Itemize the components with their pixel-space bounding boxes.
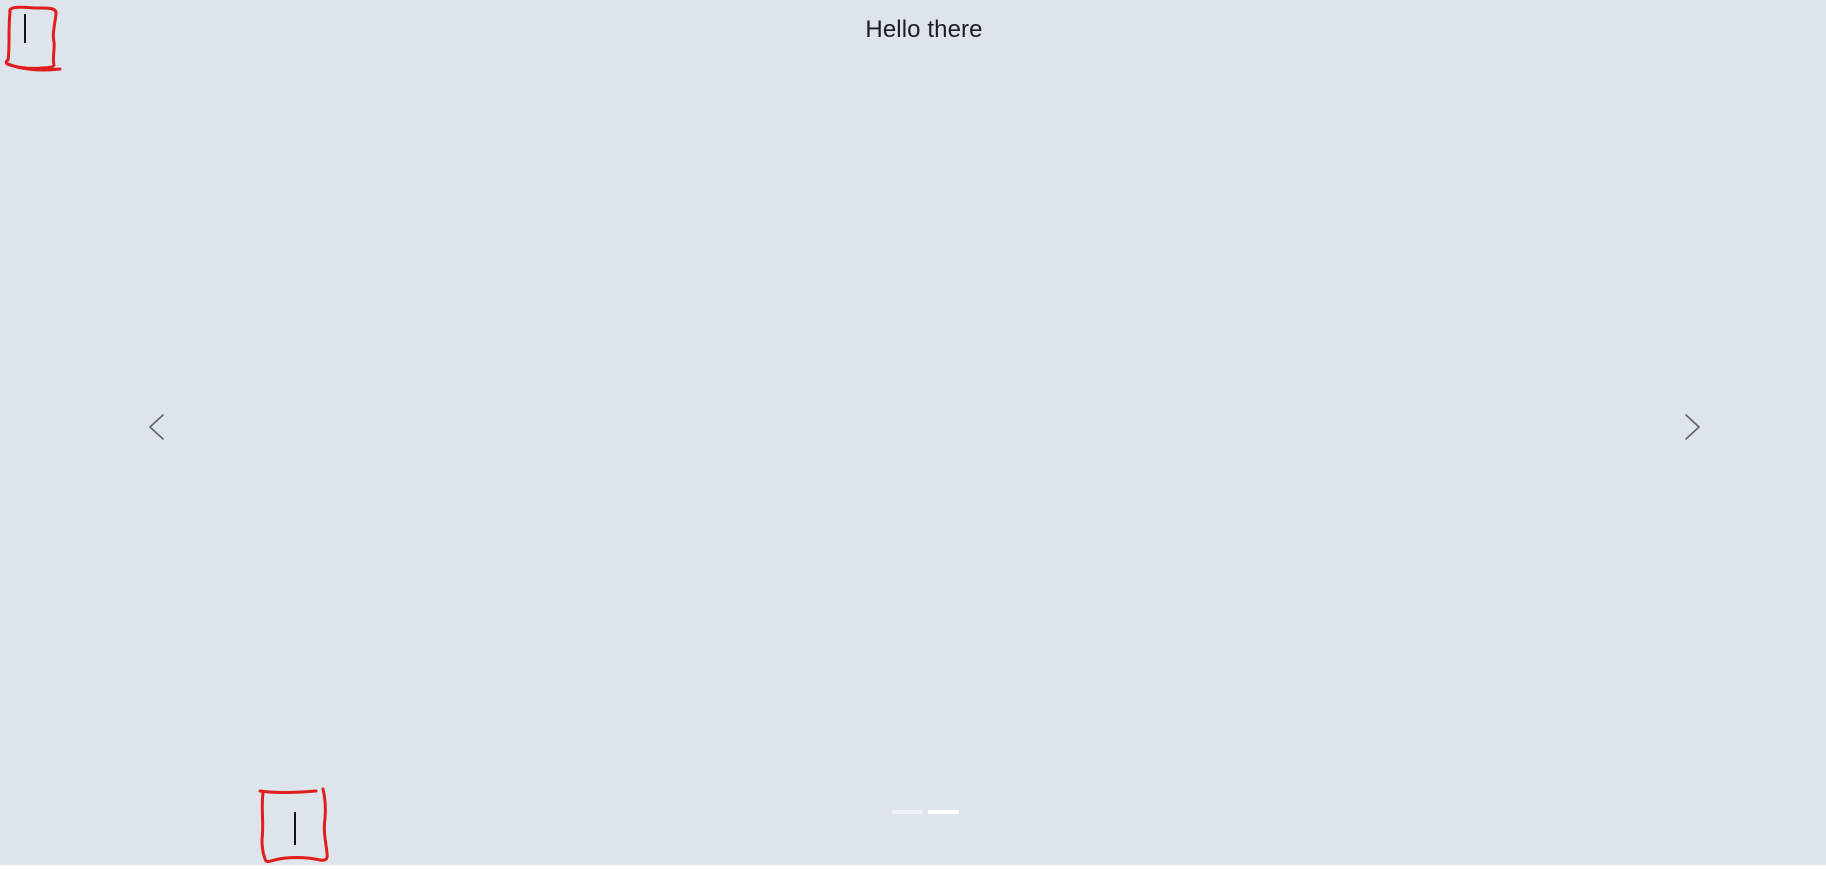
carousel-prev-button[interactable] — [140, 409, 176, 445]
carousel-stage: Hello there — [0, 0, 1826, 865]
carousel-indicator-1[interactable] — [892, 810, 923, 814]
annotation-box-top-left — [2, 2, 62, 72]
carousel-indicator-2[interactable] — [928, 810, 959, 814]
chevron-right-icon — [1685, 414, 1700, 440]
carousel-indicators — [892, 810, 959, 814]
chevron-left-icon — [149, 414, 164, 440]
slide-title: Hello there — [865, 16, 983, 43]
text-caret-top-left — [24, 14, 26, 43]
text-caret-bottom-left — [294, 812, 296, 845]
carousel-next-button[interactable] — [1673, 409, 1709, 445]
